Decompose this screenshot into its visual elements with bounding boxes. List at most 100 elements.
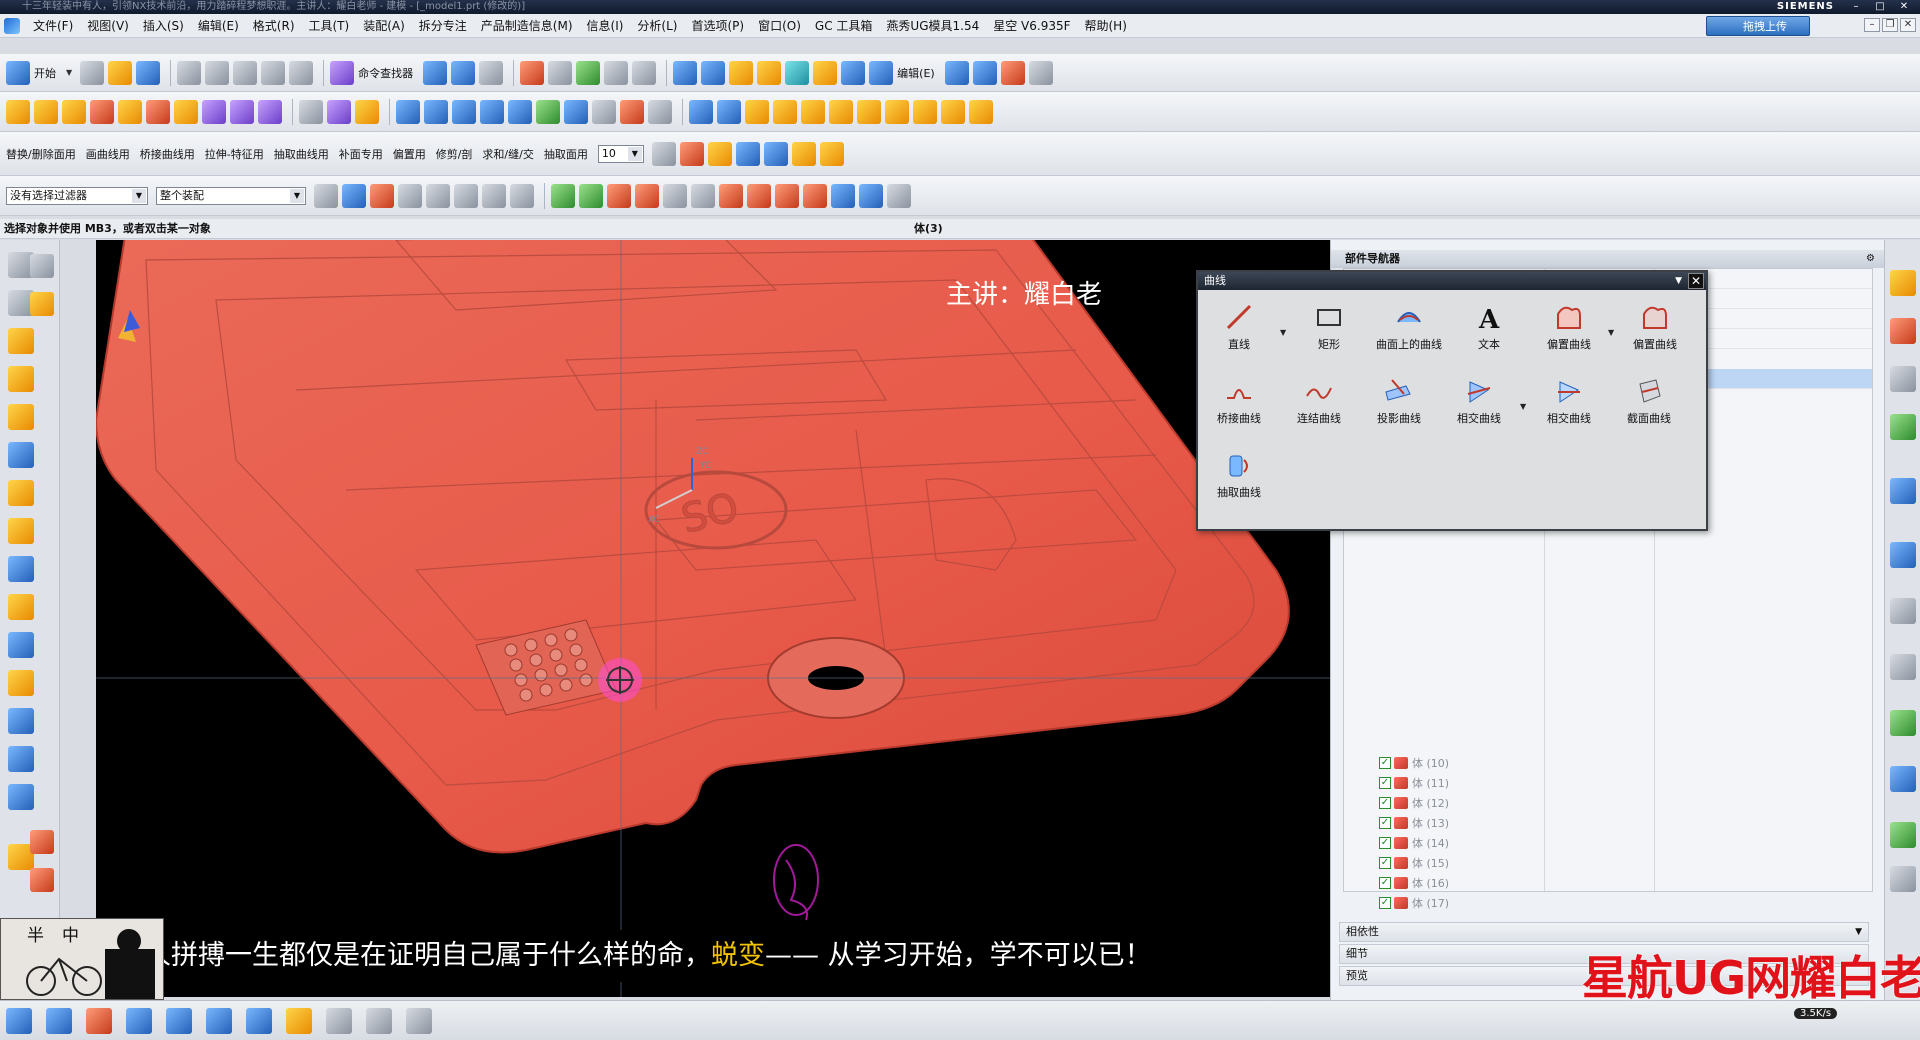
snap-tangent-icon[interactable]: [691, 183, 715, 208]
menu-split[interactable]: 拆分专注: [412, 17, 474, 34]
shell-left-icon[interactable]: [8, 518, 34, 544]
through-curves-icon[interactable]: [452, 99, 476, 124]
tree-row-body-16[interactable]: ✓ 体 (16): [1379, 873, 1449, 893]
hole-icon[interactable]: [62, 99, 86, 124]
ruler-icon[interactable]: [791, 141, 816, 166]
unite-icon[interactable]: [202, 99, 226, 124]
mesh-icon[interactable]: [480, 99, 504, 124]
angle-icon[interactable]: [819, 141, 844, 166]
snap-center-icon[interactable]: [719, 183, 743, 208]
tree-row-body-15[interactable]: ✓ 体 (15): [1379, 853, 1449, 873]
intersect-curve-button[interactable]: 相交曲线: [1442, 370, 1516, 430]
line-tool-button[interactable]: 直线: [1202, 296, 1276, 356]
blend-left-icon[interactable]: [8, 632, 34, 658]
bom-icon[interactable]: [913, 99, 937, 124]
offset-curve-button[interactable]: 偏置曲线: [1532, 296, 1606, 356]
snap-icon[interactable]: [479, 60, 504, 85]
patch-icon[interactable]: [648, 99, 672, 124]
close-icon[interactable]: ✕: [1688, 273, 1704, 289]
fit-view-icon[interactable]: [520, 60, 545, 85]
shaded-view-icon[interactable]: [548, 60, 573, 85]
menu-edit[interactable]: 编辑(E): [191, 17, 246, 34]
runner-icon[interactable]: [801, 99, 825, 124]
menu-tools[interactable]: 工具(T): [302, 17, 357, 34]
snap-line-icon[interactable]: [607, 183, 631, 208]
command-finder-icon[interactable]: [330, 60, 355, 85]
pointer-icon[interactable]: [482, 183, 506, 208]
visibility-checkbox[interactable]: ✓: [1379, 757, 1391, 769]
history-icon[interactable]: [1890, 542, 1916, 568]
feature-icon[interactable]: [729, 60, 754, 85]
assembly-icon[interactable]: [673, 60, 698, 85]
open-folder-icon[interactable]: [108, 60, 133, 85]
project-curve-button[interactable]: 投影曲线: [1362, 370, 1436, 430]
solid-bottom-icon[interactable]: [206, 1007, 232, 1034]
extract-curve-button[interactable]: 抽取曲线: [1202, 444, 1276, 504]
font-size-icon[interactable]: [406, 1007, 432, 1034]
slot-icon[interactable]: [174, 99, 198, 124]
up-arrow-icon[interactable]: [969, 99, 993, 124]
face-bottom-icon[interactable]: [166, 1007, 192, 1034]
menu-info[interactable]: 信息(I): [580, 17, 631, 34]
chamfer-left-icon[interactable]: [8, 670, 34, 696]
tree-row-body-11[interactable]: ✓ 体 (11): [1379, 773, 1449, 793]
maximize-icon[interactable]: □: [1868, 0, 1892, 14]
sheet-icon[interactable]: [396, 99, 420, 124]
orient-icon[interactable]: [735, 141, 760, 166]
line-left-icon[interactable]: [30, 868, 54, 892]
menu-preferences[interactable]: 首选项(P): [684, 17, 751, 34]
revolve-left-icon[interactable]: [8, 404, 34, 430]
visibility-checkbox[interactable]: ✓: [1379, 877, 1391, 889]
curve-left-icon[interactable]: [30, 830, 54, 854]
pad-icon[interactable]: [146, 99, 170, 124]
edit-menu-label[interactable]: 编辑(E): [897, 65, 935, 81]
tools-icon[interactable]: [887, 183, 911, 208]
menu-gc-toolkit[interactable]: GC 工具箱: [808, 17, 880, 34]
measure-icon[interactable]: [1028, 60, 1053, 85]
graphics-viewport[interactable]: SO ZC YC XC: [96, 240, 1330, 997]
intersect-dropdown-icon[interactable]: ▼: [1520, 402, 1526, 411]
trim-body-icon[interactable]: [355, 99, 379, 124]
tree-row-body-17[interactable]: ✓ 体 (17): [1379, 893, 1449, 913]
visibility-checkbox[interactable]: ✓: [1379, 897, 1391, 909]
print-icon[interactable]: [1890, 866, 1916, 892]
grid-icon[interactable]: [689, 99, 713, 124]
offset-left-icon[interactable]: [8, 594, 34, 620]
model-view[interactable]: SO ZC YC XC: [96, 240, 1330, 997]
text-tool-button[interactable]: A 文本: [1452, 296, 1526, 356]
visibility-checkbox[interactable]: ✓: [1379, 837, 1391, 849]
menu-view[interactable]: 视图(V): [80, 17, 136, 34]
visibility-checkbox[interactable]: ✓: [1379, 777, 1391, 789]
box-icon[interactable]: [841, 60, 866, 85]
snap-quadrant-icon[interactable]: [747, 183, 771, 208]
selection-filter-select[interactable]: 没有选择过滤器: [6, 186, 148, 205]
menu-help[interactable]: 帮助(H): [1078, 17, 1134, 34]
sew-icon[interactable]: [620, 99, 644, 124]
web-browser-icon[interactable]: [1890, 478, 1916, 504]
toolbar-label-draw-curve[interactable]: 画曲线用: [86, 146, 130, 162]
tree-row-body-10[interactable]: ✓ 体 (10): [1379, 753, 1449, 773]
rectangle-select-icon[interactable]: [510, 183, 534, 208]
lasso-icon[interactable]: [454, 183, 478, 208]
toolbar-label-extract-face[interactable]: 抽取面用: [544, 146, 588, 162]
bridge-curve-button[interactable]: 桥接曲线: [1202, 370, 1276, 430]
pattern-icon[interactable]: [757, 60, 782, 85]
tree-row-body-12[interactable]: ✓ 体 (12): [1379, 793, 1449, 813]
close-icon[interactable]: ✕: [1892, 0, 1916, 14]
constraint-navigator-icon[interactable]: [1890, 318, 1916, 344]
system-scene-icon[interactable]: [1890, 766, 1916, 792]
undo-icon[interactable]: [261, 60, 286, 85]
snap-cross-icon[interactable]: [775, 183, 799, 208]
layer-settings-icon[interactable]: [651, 141, 676, 166]
insert-icon[interactable]: [885, 99, 909, 124]
csys-bottom-icon[interactable]: [6, 1007, 32, 1034]
menu-analysis[interactable]: 分析(L): [630, 17, 684, 34]
transform-icon[interactable]: [592, 99, 616, 124]
datum-icon[interactable]: [785, 60, 810, 85]
grid-bottom-icon[interactable]: [46, 1007, 72, 1034]
select-box-icon[interactable]: [370, 183, 394, 208]
cube-left-icon[interactable]: [8, 442, 34, 468]
mirror-left-icon[interactable]: [8, 708, 34, 734]
ejector-icon[interactable]: [773, 99, 797, 124]
csys-icon[interactable]: [1000, 60, 1025, 85]
